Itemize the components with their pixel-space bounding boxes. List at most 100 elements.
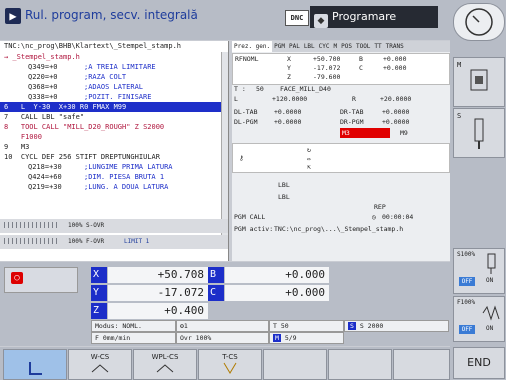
f-ovr-gauge <box>4 238 60 244</box>
empty-softkey-1[interactable] <box>263 349 327 380</box>
program-line[interactable]: Q349=+0 ;A TREIA LIMITARE <box>0 62 228 72</box>
status-tabs: Prez. gen. PGM PAL LBL CYC M POS TOOL TT TRANS <box>232 41 450 52</box>
axis-row-y: Y -17.072 C +0.000 <box>91 285 445 301</box>
programming-mode-button[interactable]: ◆ Programare <box>310 6 438 28</box>
spindle-icon <box>474 118 484 149</box>
program-run-icon: ▶ <box>5 8 21 24</box>
tab-tt[interactable]: TT <box>372 41 383 52</box>
q-parameter: Q220=+0 <box>28 73 58 81</box>
q-parameter: Q424=+60 <box>28 173 62 181</box>
axis-label: Y <box>287 64 291 72</box>
tab-cyc[interactable]: CYC <box>317 41 332 52</box>
tab-tool[interactable]: TOOL <box>354 41 372 52</box>
program-line[interactable]: F1000 <box>0 132 228 142</box>
right-softkey-bar: M S S100% OFF ON F100% OFF ON END <box>450 0 506 380</box>
axis-label: C <box>359 64 363 72</box>
spindle-override-softkey[interactable]: S100% OFF ON <box>453 248 505 294</box>
program-line[interactable]: 7 CALL LBL "safe" <box>0 112 228 122</box>
tab-lbl[interactable]: LBL <box>302 41 317 52</box>
tab-pgm[interactable]: PGM <box>272 41 287 52</box>
bottom-softkey-bar: W-CS WPL-CS T-CS <box>0 347 450 380</box>
tab-trans[interactable]: TRANS <box>384 41 406 52</box>
spindle-speed-field: S S 2000 <box>344 320 449 332</box>
empty-softkey-2[interactable] <box>328 349 392 380</box>
active-block-line[interactable]: 6 L Y-30 X+30 R0 FMAX M99 <box>0 102 228 112</box>
wcs-softkey[interactable]: W-CS <box>68 349 132 380</box>
program-line[interactable]: 8 TOOL CALL "MILL_D20_ROUGH" Z S2000 <box>0 122 228 132</box>
status-panel: Prez. gen. PGM PAL LBL CYC M POS TOOL TT TRANS RF… <box>232 41 450 261</box>
q-comment: ;POZIT. FINISARE <box>84 93 152 101</box>
program-line[interactable]: Q219=+30 ;LUNG. A DOUA LATURA <box>0 182 228 192</box>
tool-cs-icon <box>223 362 237 374</box>
axis-value: -17.072 <box>313 64 341 72</box>
q-parameter: Q368=+0 <box>28 83 58 91</box>
gauge-button[interactable] <box>453 3 505 41</box>
coords-box: RFNOML X +50.700 B +0.000 Y -17.072 C +0.000 Z -7… <box>232 53 450 85</box>
spindle-small-icon <box>487 253 496 274</box>
tcs-softkey[interactable]: T-CS <box>198 349 262 380</box>
gauge-icon <box>465 8 493 36</box>
dnc-indicator: DNC <box>285 10 309 26</box>
working-plane-icon <box>156 364 174 373</box>
m-function-icon <box>470 69 488 91</box>
q-comment: ;ADAOS LATERAL <box>84 83 144 91</box>
axis-row-x: X +50.708 B +0.000 <box>91 267 445 283</box>
axis-value: -79.600 <box>313 73 341 81</box>
q-comment: ;LUNG. A DOUA LATURA <box>84 183 169 191</box>
tab-prez-gen-[interactable]: Prez. gen. <box>232 41 273 52</box>
transform-box: ⚷ ↻ ⇔ ⇱ <box>232 143 450 173</box>
axis-value: +0.000 <box>383 64 407 72</box>
q-comment: ;RAZA COLT <box>84 73 127 81</box>
tab-m[interactable]: M <box>332 41 340 52</box>
feed-override-bar: 100% F-OVR LIMIT 1 <box>0 235 228 249</box>
axis-value: +0.000 <box>383 55 407 63</box>
program-line[interactable]: 9 M3 <box>0 142 228 152</box>
workpiece-cs-icon <box>91 364 109 373</box>
q-comment: ;LUNGIME PRIMA LATURA <box>84 163 173 171</box>
program-path: TNC:\nc_prog\BHB\Klartext\_Stempel_stamp… <box>4 42 182 50</box>
q-parameter: Q338=+0 <box>28 93 58 101</box>
axis-value: +50.700 <box>313 55 341 63</box>
coordinate-system-softkey[interactable] <box>3 349 67 380</box>
program-scrollbar[interactable] <box>221 52 228 247</box>
feed-override-softkey[interactable]: F100% OFF ON <box>453 296 505 342</box>
q-parameter: Q349=+0 <box>28 63 58 71</box>
m-function-field: M 5/9 <box>269 332 344 344</box>
spindle-status-m3: M3 <box>340 128 390 138</box>
program-line[interactable]: Q220=+0 ;RAZA COLT <box>0 72 228 82</box>
q-parameter: Q219=+30 <box>28 183 62 191</box>
operating-mode-title: Rul. program, secv. integrală <box>25 8 198 22</box>
clock-icon: ◷ <box>372 213 376 221</box>
empty-softkey-3[interactable] <box>393 349 450 380</box>
programming-icon: ◆ <box>314 14 328 28</box>
position-display: ○ X +50.708 B +0.000 Y -17.072 C +0.000 … <box>0 262 450 346</box>
tab-pal[interactable]: PAL <box>287 41 302 52</box>
error-indicator[interactable]: ○ <box>4 267 78 293</box>
axis-label: B <box>359 55 363 63</box>
end-button[interactable]: END <box>453 347 505 379</box>
program-panel: TNC:\nc_prog\BHB\Klartext\_Stempel_stamp… <box>0 41 229 261</box>
stop-icon: ○ <box>11 272 23 284</box>
spindle-softkey[interactable]: S <box>453 108 505 158</box>
s-ovr-gauge <box>4 222 60 228</box>
tab-pos[interactable]: POS <box>339 41 354 52</box>
program-line[interactable]: Q424=+60 ;DIM. PIESA BRUTA 1 <box>0 172 228 182</box>
mirror-icon: ⇔ <box>307 155 311 163</box>
rotation-icon: ↻ <box>307 146 311 154</box>
scale-icon: ⇱ <box>307 163 311 171</box>
q-parameter: Q218=+30 <box>28 163 62 171</box>
axis-row-z: Z +0.400 <box>91 303 445 319</box>
program-line[interactable]: 10 CYCL DEF 256 STIFT DREPTUNGHIULAR <box>0 152 228 162</box>
q-comment: ;DIM. PIESA BRUTA 1 <box>84 173 165 181</box>
program-line[interactable]: Q368=+0 ;ADAOS LATERAL <box>0 82 228 92</box>
wplcs-softkey[interactable]: WPL-CS <box>133 349 197 380</box>
axis-label: Z <box>287 73 291 81</box>
program-line[interactable]: Q338=+0 ;POZIT. FINISARE <box>0 92 228 102</box>
header-bar: ▶ Rul. program, secv. integrală DNC ◆ Pro… <box>0 0 450 40</box>
m-function-softkey[interactable]: M <box>453 57 505 107</box>
tool-icon-field: ⚙1 <box>176 320 269 332</box>
axes-icon <box>29 362 42 375</box>
current-file-line[interactable]: → _Stempel_stamp.h <box>0 52 228 62</box>
program-line[interactable]: Q218=+30 ;LUNGIME PRIMA LATURA <box>0 162 228 172</box>
q-comment: ;A TREIA LIMITARE <box>84 63 156 71</box>
